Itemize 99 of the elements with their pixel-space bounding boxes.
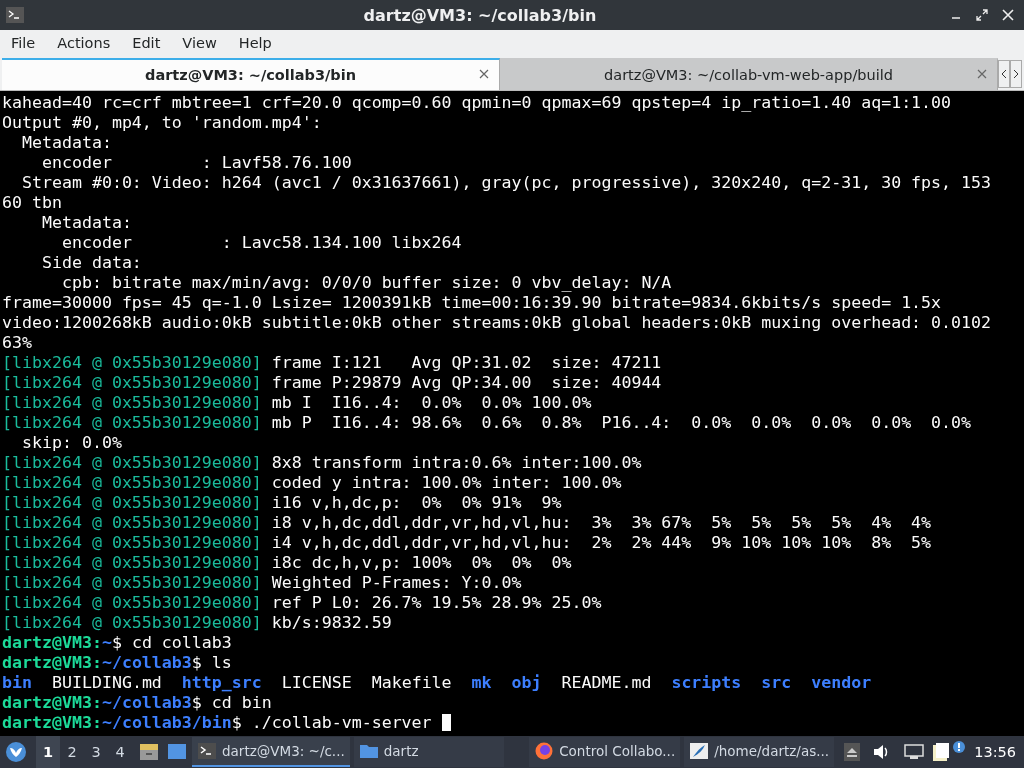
directory-name: mk obj	[471, 673, 542, 692]
output-text: encoder : Lavf58.76.100	[40, 153, 352, 172]
eject-icon[interactable]	[844, 743, 861, 761]
file-cabinet-icon[interactable]	[138, 741, 160, 763]
menu-item[interactable]: Help	[229, 35, 280, 51]
output-text: Stream #0:0: Video: h264 (avc1 / 0x31637661), gray(pc, progressive), 320x240, q=2-31, 30 fps, 153	[20, 173, 992, 192]
taskbar-button[interactable]: /home/dartz/as...	[684, 737, 835, 767]
log-prefix: [libx264 @ 0x55b30129e080]	[2, 393, 262, 412]
network-icon[interactable]	[904, 743, 925, 761]
output-text: frame P:29879 Avg QP:34.00 size: 40944	[270, 373, 662, 392]
log-prefix: [libx264 @ 0x55b30129e080]	[2, 373, 262, 392]
log-prefix: [libx264 @ 0x55b30129e080]	[2, 573, 262, 592]
menu-item[interactable]: Actions	[48, 35, 119, 51]
output-text: Metadata:	[40, 213, 132, 232]
close-icon[interactable]	[479, 69, 489, 79]
directory-name: http_src	[181, 673, 262, 692]
task-label: dartz@VM3: ~/c...	[222, 743, 345, 759]
task-label: Control Collabo...	[559, 743, 676, 759]
log-prefix: [libx264 @ 0x55b30129e080]	[2, 553, 262, 572]
output-text: kb/s:9832.59	[270, 613, 392, 632]
notes-icon[interactable]	[932, 742, 951, 762]
output-text: Weighted P-Frames: Y:0.0%	[270, 573, 522, 592]
start-menu-icon[interactable]	[4, 740, 28, 764]
taskbar-button[interactable]: dartz@VM3: ~/c...	[192, 737, 350, 767]
output-text: kahead=40 rc=crf mbtree=1 crf=20.0 qcomp=0.60 qpmin=0 qpmax=69 qpstep=4 ip_ratio=1.40 aq=1:1.00	[2, 93, 952, 112]
output-text: $ ./collab-vm-server	[231, 713, 433, 732]
output-text: 63%	[2, 333, 32, 352]
directory-name: scripts src vendor	[671, 673, 872, 692]
log-prefix: [libx264 @ 0x55b30129e080]	[2, 473, 262, 492]
output-text: Metadata:	[20, 133, 112, 152]
window-title: dartz@VM3: ~/collab3/bin	[362, 5, 598, 25]
maximize-icon[interactable]	[976, 9, 988, 21]
output-text: i16 v,h,dc,p: 0% 0% 91% 9%	[270, 493, 562, 512]
output-text: README.md	[560, 673, 653, 692]
output-text: frame I:121 Avg QP:31.02 size: 47211	[270, 353, 662, 372]
menu-item[interactable]: Edit	[123, 35, 169, 51]
prompt-user: dartz@VM3:	[2, 713, 102, 732]
feather-icon	[689, 741, 710, 761]
terminal-tab[interactable]: dartz@VM3: ~/collab3/bin	[2, 58, 500, 90]
info-icon[interactable]	[952, 740, 967, 754]
prompt-path: ~	[101, 633, 112, 652]
output-text: i4 v,h,dc,ddl,ddr,vr,hd,vl,hu: 2% 2% 44% 9% 10% 10% 10% 8% 5%	[270, 533, 932, 552]
prompt-user: dartz@VM3:	[2, 653, 102, 672]
log-prefix: [libx264 @ 0x55b30129e080]	[2, 533, 262, 552]
terminal-icon	[197, 741, 217, 761]
task-label: /home/dartz/as...	[714, 743, 830, 759]
scroll-left-button[interactable]	[998, 60, 1010, 88]
terminal-tab[interactable]: dartz@VM3: ~/collab-vm-web-app/build	[500, 58, 998, 90]
output-text: Side data:	[40, 253, 142, 272]
output-text: frame=30000 fps= 45 q=-1.0 Lsize= 1200391kB time=00:16:39.90 bitrate=9834.6kbits/s speed= 1.5x	[2, 293, 942, 312]
prompt-path: ~/collab3	[101, 653, 192, 672]
workspace-button[interactable]: 3	[84, 736, 108, 768]
prompt-user: dartz@VM3:	[2, 693, 102, 712]
chevron-right-icon	[1013, 69, 1019, 79]
output-text: $ cd bin	[191, 693, 272, 712]
workspace-button[interactable]: 4	[108, 736, 132, 768]
prompt-path: ~/collab3/bin	[101, 713, 232, 732]
log-prefix: [libx264 @ 0x55b30129e080]	[2, 593, 262, 612]
log-prefix: [libx264 @ 0x55b30129e080]	[2, 453, 262, 472]
taskbar-button[interactable]: dartz	[353, 737, 504, 767]
output-text: LICENSE Makefile	[280, 673, 453, 692]
directory-name: bin	[2, 673, 32, 692]
log-prefix: [libx264 @ 0x55b30129e080]	[2, 413, 262, 432]
output-text: mb P I16..4: 98.6% 0.6% 0.8% P16..4: 0.0% 0.0% 0.0% 0.0% 0.0%	[270, 413, 972, 432]
task-label: dartz	[383, 743, 419, 759]
tab-label: dartz@VM3: ~/collab-vm-web-app/build	[604, 67, 893, 83]
tab-label: dartz@VM3: ~/collab3/bin	[145, 67, 356, 83]
output-text: i8 v,h,dc,ddl,ddr,vr,hd,vl,hu: 3% 3% 67% 5% 5% 5% 5% 4% 4%	[270, 513, 932, 532]
output-text: 60 tbn	[2, 193, 62, 212]
output-text: i8c dc,h,v,p: 100% 0% 0% 0%	[270, 553, 572, 572]
output-text: cpb: bitrate max/min/avg: 0/0/0 buffer size: 0 vbv_delay: N/A	[60, 273, 672, 292]
taskbar-button[interactable]: Control Collabo...	[529, 737, 681, 767]
prompt-user: dartz@VM3:	[2, 633, 102, 652]
clock: 13:56	[974, 744, 1016, 760]
output-text: skip: 0.0%	[20, 433, 122, 452]
output-text: encoder : Lavc58.134.100 libx264	[60, 233, 462, 252]
workspace-button[interactable]: 2	[60, 736, 84, 768]
output-text: video:1200268kB audio:0kB subtitle:0kB other streams:0kB global headers:0kB muxing overhead: 0.0102	[2, 313, 992, 332]
text-cursor	[441, 714, 451, 731]
output-text: $ ls	[191, 653, 232, 672]
log-prefix: [libx264 @ 0x55b30129e080]	[2, 513, 262, 532]
menu-item[interactable]: File	[2, 35, 44, 51]
terminal-icon	[6, 7, 24, 23]
output-text: ref P L0: 26.7% 19.5% 28.9% 25.0%	[270, 593, 602, 612]
scroll-right-button[interactable]	[1010, 60, 1022, 88]
output-text: 8x8 transform intra:0.6% inter:100.0%	[270, 453, 642, 472]
workspace-button[interactable]: 1	[36, 736, 60, 768]
chevron-left-icon	[1001, 69, 1007, 79]
output-text: coded y intra: 100.0% inter: 100.0%	[270, 473, 622, 492]
menu-item[interactable]: View	[173, 35, 225, 51]
output-text: Output #0, mp4, to 'random.mp4':	[2, 113, 322, 132]
log-prefix: [libx264 @ 0x55b30129e080]	[2, 493, 262, 512]
prompt-path: ~/collab3	[101, 693, 192, 712]
output-text: mb I I16..4: 0.0% 0.0% 100.0%	[270, 393, 592, 412]
output-text: BUILDING.md	[50, 673, 163, 692]
globe-icon	[534, 741, 555, 761]
output-text: $ cd collab3	[111, 633, 232, 652]
log-prefix: [libx264 @ 0x55b30129e080]	[2, 353, 262, 372]
log-prefix: [libx264 @ 0x55b30129e080]	[2, 613, 262, 632]
